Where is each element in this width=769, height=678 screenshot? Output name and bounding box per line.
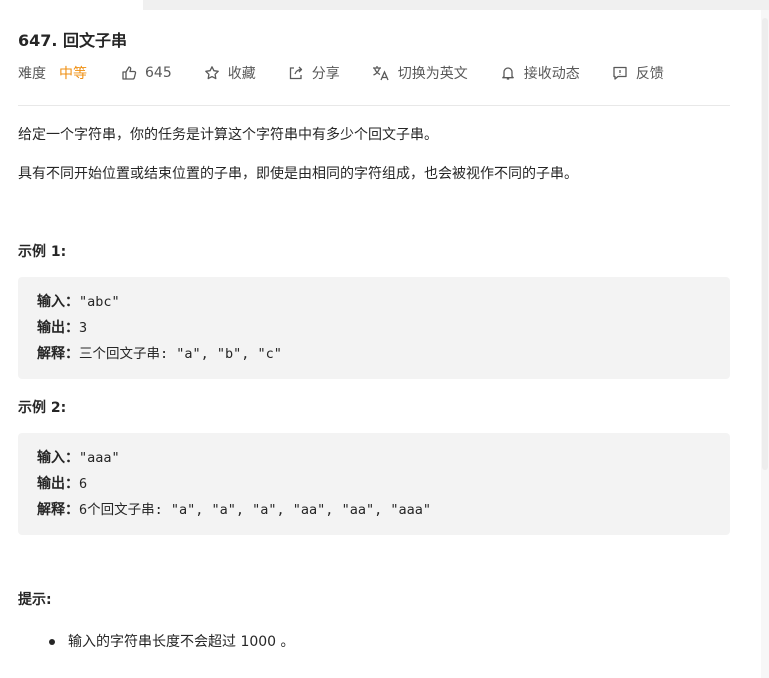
example-output-line: 输出：3 xyxy=(37,315,711,341)
share-icon xyxy=(289,66,302,80)
example-title: 示例 2: xyxy=(18,400,67,416)
description-paragraph: 给定一个字符串，你的任务是计算这个字符串中有多少个回文子串。 xyxy=(18,127,438,143)
example-explain-line: 解释：6个回文子串: "a", "a", "a", "aa", "aa", "a… xyxy=(37,497,711,523)
feedback-icon xyxy=(613,66,627,80)
like-button[interactable]: 645 xyxy=(121,65,172,81)
bell-icon xyxy=(501,67,514,80)
subscribe-label: 接收动态 xyxy=(523,66,580,82)
explain-label: 解释： xyxy=(37,346,79,362)
favorite-label: 收藏 xyxy=(227,66,256,82)
output-value: 3 xyxy=(79,320,88,336)
problem-meta-bar: 难度 中等 645 收藏 分享 切换为英文 接收动态 反馈 xyxy=(18,61,730,85)
like-count: 645 xyxy=(145,65,172,81)
bullet-icon xyxy=(49,639,55,645)
input-label: 输入： xyxy=(37,450,79,466)
divider xyxy=(18,105,730,106)
explain-label: 解释： xyxy=(37,502,79,518)
share-label: 分享 xyxy=(311,66,340,82)
output-label: 输出： xyxy=(37,476,79,492)
explain-value: 6个回文子串: "a", "a", "a", "aa", "aa", "aaa" xyxy=(79,502,431,518)
input-value: "abc" xyxy=(79,294,120,310)
share-button[interactable]: 分享 xyxy=(288,63,340,83)
feedback-button[interactable]: 反馈 xyxy=(612,63,664,83)
input-value: "aaa" xyxy=(79,450,120,466)
tab-strip xyxy=(143,0,769,10)
problem-title: 647. 回文子串 xyxy=(18,31,128,50)
output-value: 6 xyxy=(79,476,88,492)
example-output-line: 输出：6 xyxy=(37,471,711,497)
description-paragraph: 具有不同开始位置或结束位置的子串，即使是由相同的字符组成，也会被视作不同的子串。 xyxy=(18,166,578,182)
subscribe-button[interactable]: 接收动态 xyxy=(500,63,580,83)
star-icon xyxy=(204,66,219,80)
input-label: 输入： xyxy=(37,294,79,310)
hint-item: 输入的字符串长度不会超过 1000 。 xyxy=(18,631,730,653)
example-input-line: 输入："aaa" xyxy=(37,445,711,471)
example-explain-line: 解释：三个回文子串: "a", "b", "c" xyxy=(37,341,711,367)
thumbs-up-icon xyxy=(122,66,137,80)
hint-item-text: 输入的字符串长度不会超过 1000 。 xyxy=(68,634,295,650)
vertical-scrollbar[interactable] xyxy=(761,10,769,678)
difficulty-badge: 中等 xyxy=(59,66,87,82)
hint-title: 提示: xyxy=(18,592,52,608)
translate-label: 切换为英文 xyxy=(397,66,468,82)
scrollbar-thumb[interactable] xyxy=(762,18,768,470)
output-label: 输出： xyxy=(37,320,79,336)
example-input-line: 输入："abc" xyxy=(37,289,711,315)
translate-button[interactable]: 切换为英文 xyxy=(372,63,468,83)
example-title: 示例 1: xyxy=(18,244,67,260)
example-code-block: 输入："aaa" 输出：6 解释：6个回文子串: "a", "a", "a", … xyxy=(18,433,730,535)
example-code-block: 输入："abc" 输出：3 解释：三个回文子串: "a", "b", "c" xyxy=(18,277,730,379)
problem-panel: 647. 回文子串 难度 中等 645 收藏 分享 切换为英文 接收动态 反馈 … xyxy=(18,28,730,653)
hint-list: 输入的字符串长度不会超过 1000 。 xyxy=(18,631,730,653)
explain-value: 三个回文子串: "a", "b", "c" xyxy=(79,346,282,362)
translate-icon xyxy=(372,66,389,81)
favorite-button[interactable]: 收藏 xyxy=(204,63,256,83)
feedback-label: 反馈 xyxy=(635,66,664,82)
difficulty-label: 难度 xyxy=(18,66,46,82)
